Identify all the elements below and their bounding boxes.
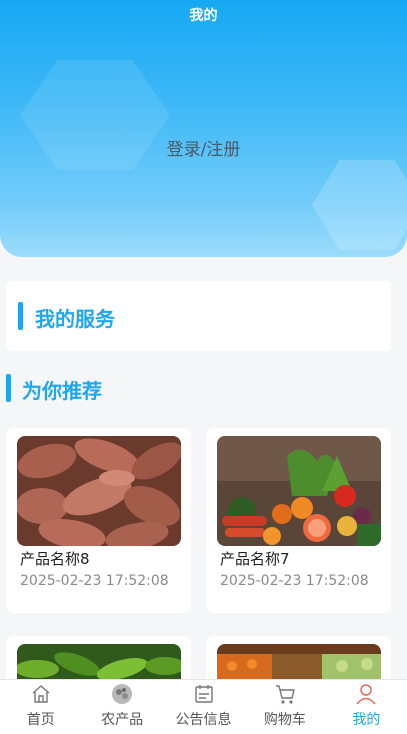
product-card[interactable]: 产品名称7 2025-02-23 17:52:08 (206, 428, 391, 613)
decorative-hexagon (312, 160, 407, 250)
notice-icon (194, 685, 213, 703)
tab-home[interactable]: 首页 (0, 680, 81, 734)
tab-cart-label: 购物车 (263, 712, 306, 728)
product-card[interactable]: 产品名称8 2025-02-23 17:52:08 (6, 428, 191, 613)
tab-mine[interactable]: 我的 (326, 680, 407, 734)
product-image-vegetables (217, 436, 381, 546)
tab-mine-label: 我的 (352, 712, 381, 728)
profile-header: 我的 登录/注册 (0, 0, 407, 257)
login-register-link[interactable]: 登录/注册 (0, 135, 407, 160)
tab-cart[interactable]: 购物车 (244, 680, 325, 734)
product-time: 2025-02-23 17:52:08 (220, 573, 369, 589)
tab-produce-label: 农产品 (101, 712, 144, 728)
tab-notices-label: 公告信息 (175, 712, 232, 728)
tab-produce[interactable]: 农产品 (81, 680, 162, 734)
bottom-tab-bar: 首页 农产品 公告信息 购物车 我的 (0, 679, 407, 734)
tab-home-label: 首页 (26, 712, 55, 728)
product-name: 产品名称8 (20, 550, 90, 568)
section-accent-bar (18, 302, 23, 330)
my-services-panel: 我的服务 (6, 281, 391, 351)
product-image-sweet-potato (17, 436, 181, 546)
cart-icon (275, 685, 295, 704)
tab-notices[interactable]: 公告信息 (163, 680, 244, 734)
home-icon (32, 685, 50, 703)
my-services-title: 我的服务 (35, 307, 115, 331)
produce-icon (112, 684, 133, 704)
user-icon (356, 684, 376, 705)
product-name: 产品名称7 (220, 550, 290, 568)
recommend-title: 为你推荐 (22, 379, 102, 403)
page-title: 我的 (189, 8, 218, 24)
section-accent-bar (6, 374, 11, 402)
product-time: 2025-02-23 17:52:08 (20, 573, 169, 589)
